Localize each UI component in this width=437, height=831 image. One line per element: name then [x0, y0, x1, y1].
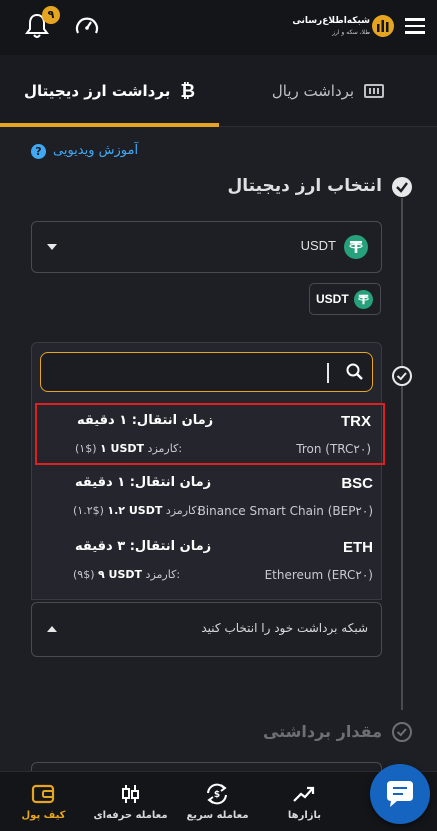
nav-label: کیف پول [21, 810, 66, 821]
network-full-name: Ethereum (ERC۲۰) [264, 568, 373, 582]
network-name: ETH [343, 539, 373, 556]
logo-title: شبکه‌اطلاع‌رسانی [292, 16, 370, 26]
network-name: TRX [341, 413, 371, 430]
tab-label: برداشت ریال [271, 82, 355, 100]
tab-rial-withdraw[interactable]: برداشت ریال [219, 55, 437, 127]
nav-label: معامله حرفه‌ای [93, 810, 168, 821]
svg-text:$: $ [214, 790, 220, 800]
network-option-eth[interactable]: ETH Ethereum (ERC۲۰) زمان انتقال: ۳ دقیق… [35, 531, 385, 593]
chat-support-button[interactable] [370, 764, 430, 824]
chevron-down-icon [47, 244, 57, 250]
selected-currency-chip[interactable]: USDT [309, 283, 381, 315]
trend-up-icon [293, 786, 315, 802]
tab-label: برداشت ارز دیجیتال [24, 82, 171, 100]
chevron-up-icon [47, 626, 57, 632]
step-check-icon [392, 366, 412, 386]
tether-icon [354, 290, 373, 309]
candlestick-icon [122, 785, 139, 803]
help-icon: ? [31, 144, 46, 159]
video-tutorial-label: آموزش ویدیویی [53, 143, 139, 158]
tether-icon [344, 235, 368, 259]
network-search-input[interactable] [51, 359, 321, 385]
exchange-icon: $ [207, 783, 227, 805]
nav-markets[interactable]: بازارها [261, 772, 348, 831]
network-search-box[interactable] [40, 352, 373, 392]
text-cursor [327, 363, 329, 383]
network-select-placeholder: شبکه برداشت خود را انتخاب کنید [201, 621, 368, 635]
bitcoin-icon: ₿ [180, 80, 195, 102]
transfer-time: زمان انتقال: ۳ دقیقه [75, 539, 212, 554]
hamburger-menu-icon[interactable] [405, 18, 425, 34]
network-full-name: Binance Smart Chain (BEP۲۰) [197, 504, 373, 518]
transfer-time: زمان انتقال: ۱ دقیقه [77, 413, 214, 428]
logo-subtitle: طلا، سکه و ارز [332, 29, 370, 36]
nav-quick-trade[interactable]: $ معامله سریع [174, 772, 261, 831]
search-icon[interactable] [345, 362, 365, 382]
currency-select[interactable]: USDT [31, 221, 382, 273]
wallet-icon [31, 784, 55, 804]
step-title-select-crypto: انتخاب ارز دیجیتال [227, 176, 382, 196]
step-title-amount: مقدار برداشتی [262, 722, 382, 741]
currency-select-value: USDT [300, 238, 336, 253]
transfer-time: زمان انتقال: ۱ دقیقه [75, 475, 212, 490]
chip-label: USDT [316, 292, 349, 306]
nav-label: بازارها [287, 810, 322, 821]
notification-badge: ۹ [42, 6, 60, 24]
network-full-name: Tron (TRC۲۰) [296, 442, 371, 456]
network-option-bsc[interactable]: BSC Binance Smart Chain (BEP۲۰) زمان انت… [35, 467, 385, 529]
banknote-icon [364, 84, 385, 98]
network-fee: (۱$) ۱ USDT کارمزد: [75, 442, 183, 455]
step-check-icon [392, 177, 412, 197]
video-tutorial-link[interactable]: ? آموزش ویدیویی [31, 143, 151, 163]
network-option-trx[interactable]: TRX Tron (TRC۲۰) زمان انتقال: ۱ دقیقه (۱… [35, 403, 385, 465]
top-bar: ۹ شبکه‌اطلاع‌رسانی طلا، سکه و ارز [0, 0, 437, 55]
chat-icon [387, 781, 413, 807]
withdraw-tabs: برداشت ارز دیجیتال ₿ برداشت ریال [0, 55, 437, 127]
step-line [401, 198, 403, 710]
active-tab-indicator [0, 123, 219, 127]
step-check-icon [392, 722, 412, 742]
nav-wallet[interactable]: کیف پول [0, 772, 87, 831]
network-select[interactable]: شبکه برداشت خود را انتخاب کنید [31, 602, 382, 657]
network-fee: (۹$) ۹ USDT کارمزد: [73, 568, 181, 581]
nav-label: معامله سریع [186, 810, 249, 821]
tab-crypto-withdraw[interactable]: برداشت ارز دیجیتال ₿ [0, 55, 219, 127]
nav-pro-trade[interactable]: معامله حرفه‌ای [87, 772, 174, 831]
gauge-icon[interactable] [74, 13, 100, 39]
network-fee: (۱.۲$) ۱.۲ USDT کارمزد: [73, 504, 201, 517]
network-name: BSC [341, 475, 373, 492]
logo-mark-icon [372, 15, 394, 37]
logo[interactable]: شبکه‌اطلاع‌رسانی طلا، سکه و ارز [292, 15, 394, 41]
